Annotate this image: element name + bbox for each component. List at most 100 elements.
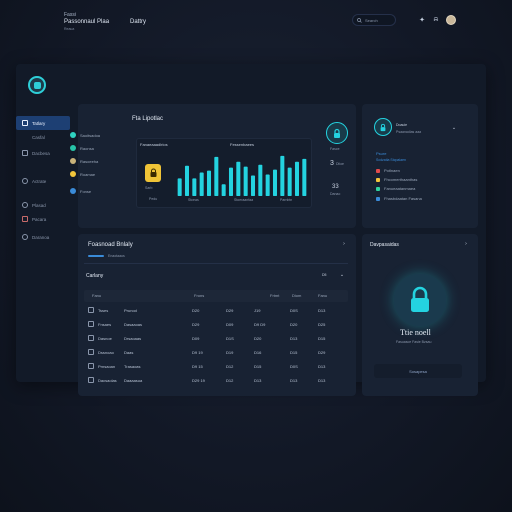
- sidebar-item-tatlary[interactable]: Tatlary: [16, 116, 70, 130]
- sidebar-item-dacbesa[interactable]: Dacbesa: [16, 146, 72, 160]
- table-cell: D12: [226, 364, 234, 369]
- overview-item[interactable]: Roamae: [70, 171, 95, 177]
- chart-bar: [236, 161, 241, 196]
- table-cell: D29: [226, 308, 234, 313]
- search-input[interactable]: Search: [352, 14, 396, 26]
- events-button-label: Sosapesa: [409, 368, 427, 374]
- table-cell: D13: [318, 364, 326, 369]
- table-cell: D9 19: [192, 350, 203, 355]
- table-cell: Prnsaoan: [98, 364, 116, 369]
- table-cell: Tsses: [98, 308, 109, 313]
- x-axis-label: Parnbtn: [280, 198, 293, 202]
- table-cell: D20: [254, 336, 262, 341]
- column-header[interactable]: Frtmt: [270, 293, 279, 298]
- sidebar-item-label: Actrate: [32, 178, 47, 184]
- table-cell: Dssnoao: [98, 350, 114, 355]
- x-axis-label: Stoeraanfaa: [234, 198, 254, 202]
- gear-icon: [22, 234, 28, 240]
- sidebar-item-label: Dacbesa: [32, 150, 50, 156]
- table-cell: D15: [318, 336, 326, 341]
- overview-item[interactable]: Saoitsadoa: [70, 132, 100, 138]
- chevron-icon[interactable]: ›: [340, 240, 348, 248]
- table-row[interactable]: Dacsaolas Daaaasua D29 19 D12 D13 D13 D13: [84, 374, 348, 388]
- legend-label: Fhcomerthaanthas: [384, 177, 418, 182]
- column-header[interactable]: Fanu: [92, 293, 101, 298]
- table-cell: Dasaaoas: [124, 322, 143, 327]
- status-dot: [70, 132, 76, 138]
- table-cell: Dasnoe: [98, 336, 112, 341]
- overview-item[interactable]: Rasoeeha: [70, 158, 98, 164]
- sidebar-item-actrate[interactable]: Actrate: [16, 174, 72, 188]
- side-lock-label: Fasce: [330, 147, 340, 151]
- chart-bar: [221, 184, 226, 196]
- chart-bar: [250, 175, 256, 196]
- table-cell: D13: [318, 308, 326, 313]
- overview-item[interactable]: Fonse: [70, 188, 91, 194]
- chart-bar: [228, 167, 234, 196]
- table-row[interactable]: Prnsaoan Trasaoas D9 15 D12 D15 D0S D13: [84, 360, 348, 374]
- sidebar-item-plasad[interactable]: Plasad: [16, 198, 72, 212]
- table-cell: D15: [254, 364, 262, 369]
- table-cell: Daaaasua: [124, 378, 143, 383]
- sidebar-item-daranoa[interactable]: Daranoa: [16, 230, 72, 244]
- page-title: Passonnaul Plaa: [64, 19, 110, 25]
- table-cell: D19: [226, 350, 234, 355]
- status-dot: [70, 145, 76, 151]
- table-row[interactable]: Fnsaes Dasaaoas D29 D09 D9 D9 D20 D25: [84, 318, 348, 332]
- table-row[interactable]: Tsses Prunod D20 D29 J19 D0S D13: [84, 304, 348, 318]
- table-cell: D13: [318, 378, 326, 383]
- count-badge: D5: [322, 273, 327, 277]
- table-cell: D0S: [290, 308, 298, 313]
- avatar[interactable]: [446, 15, 456, 25]
- table-cell: D25: [318, 322, 326, 327]
- table-cell: D09: [192, 336, 200, 341]
- sidebar-item-label: Daranoa: [32, 234, 50, 240]
- legend-item: Fhasbdaatan Fasana: [376, 196, 422, 201]
- column-header[interactable]: Frons: [194, 293, 204, 298]
- chart-bar: [177, 178, 182, 196]
- table-cell: Prunod: [124, 308, 137, 313]
- lock-icon[interactable]: [374, 118, 392, 136]
- right-panel-subtitle: Psaanadias aaa: [396, 130, 422, 134]
- overview-item-label: Fonse: [80, 188, 92, 194]
- chevron-icon[interactable]: ⌄: [450, 124, 458, 132]
- tab-label[interactable]: Enaotaaus: [108, 254, 125, 258]
- table-cell: D13: [290, 336, 298, 341]
- overview-item-label: Rasoeeha: [80, 158, 99, 164]
- legend-label: Fhasbdaatan Fasana: [384, 196, 422, 201]
- chart-bar: [287, 167, 292, 196]
- table-cell: D1S: [226, 336, 234, 341]
- table-cell: Drsaoaas: [124, 336, 142, 341]
- table-cell: D16: [254, 350, 262, 355]
- chevron-down-icon[interactable]: ⌄: [338, 271, 346, 279]
- column-header[interactable]: Fanu: [318, 293, 327, 298]
- table-cell: D12: [226, 378, 234, 383]
- section-title: Carlany: [86, 273, 104, 279]
- legend-swatch: [376, 196, 380, 201]
- column-header[interactable]: Diom: [292, 293, 301, 298]
- file-icon: [88, 335, 94, 341]
- table-cell: D20: [290, 322, 298, 327]
- chart-bar: [272, 169, 278, 196]
- header-caption: Reaua: [64, 27, 75, 31]
- sidebar-item-casfal[interactable]: Casfal: [16, 130, 72, 144]
- table-row[interactable]: Dasnoe Drsaoaas D09 D1S D20 D13 D15: [84, 332, 348, 346]
- tab-indicator: [88, 255, 104, 257]
- events-button[interactable]: Sosapesa: [374, 364, 462, 378]
- bell-icon[interactable]: ⍾: [432, 16, 440, 24]
- clock-icon: [22, 134, 28, 140]
- stat-label: Dlioe: [336, 162, 344, 166]
- section-title: Psure: [376, 151, 387, 156]
- status-dot: [70, 171, 76, 177]
- chart-label-left: Fanaeaaadlrios: [140, 142, 168, 147]
- sparkle-icon[interactable]: ✦: [418, 16, 426, 24]
- table-cell: D13: [290, 378, 298, 383]
- overview-item[interactable]: Raonsa: [70, 145, 94, 151]
- table-row[interactable]: Dssnoao Daas D9 19 D19 D16 D15 D29: [84, 346, 348, 360]
- lock-icon[interactable]: [326, 122, 348, 144]
- table-cell: D09: [226, 322, 234, 327]
- logo: [28, 76, 46, 94]
- chevron-icon[interactable]: ›: [462, 240, 470, 248]
- sidebar-item-pacara[interactable]: Pacara: [16, 212, 72, 226]
- events-caption: Fasuasce Fasie Bzsau: [396, 340, 432, 344]
